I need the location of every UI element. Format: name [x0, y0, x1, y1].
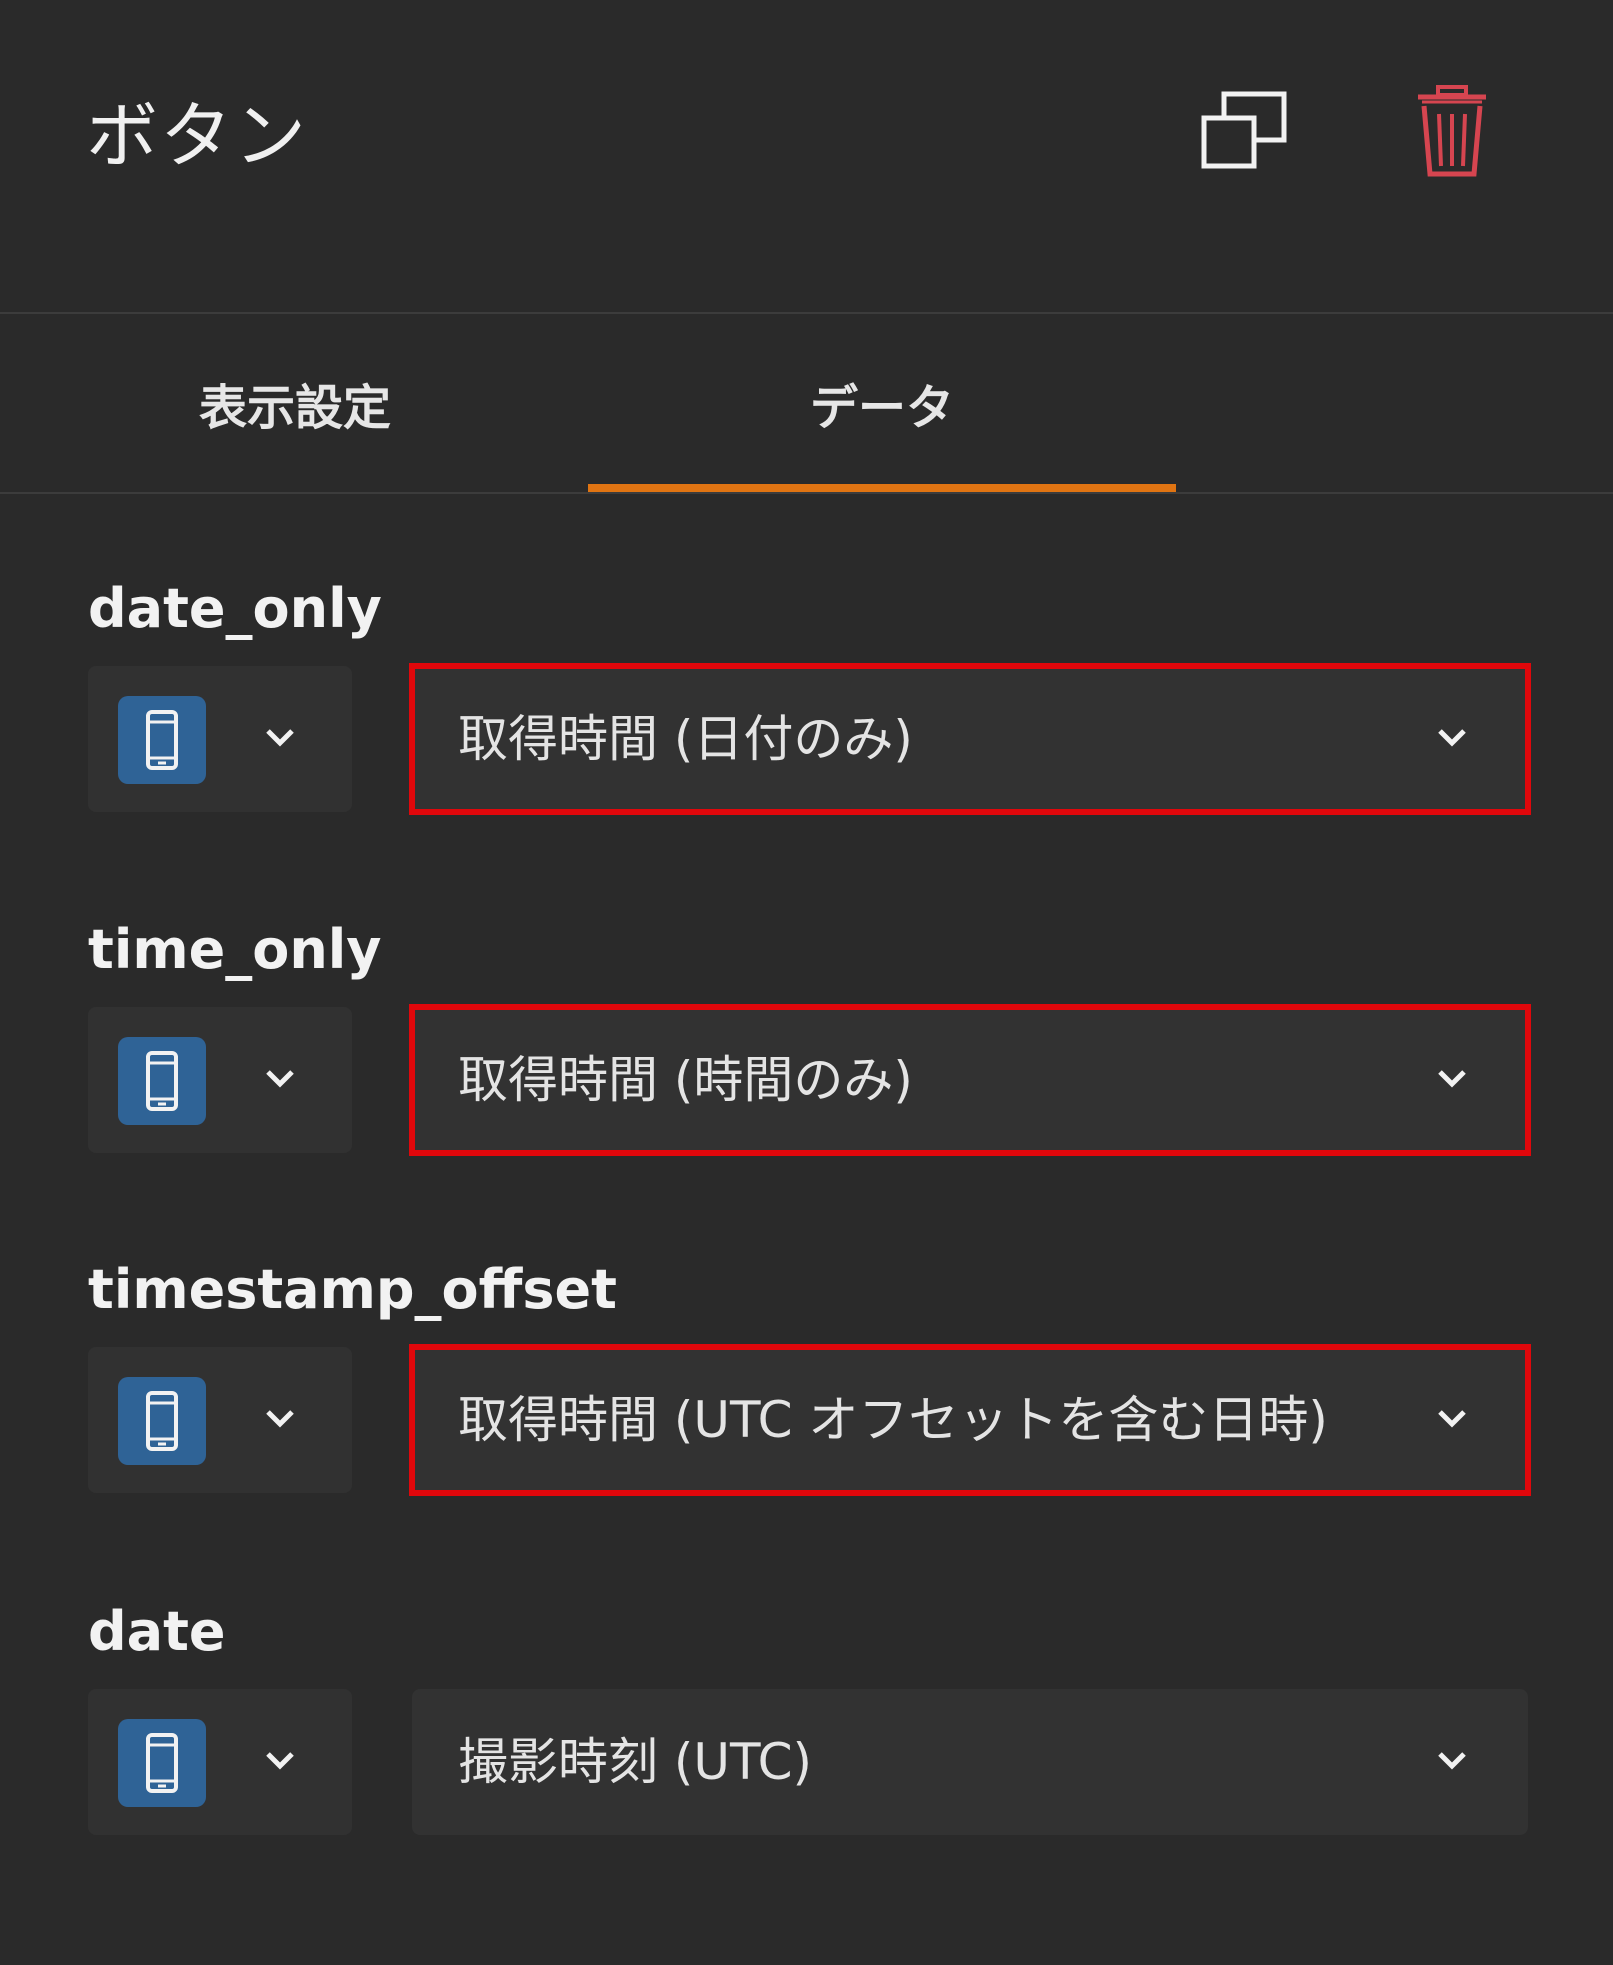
- field-row: time_only 取得時間 (時間のみ): [0, 915, 1613, 1215]
- field-label: timestamp_offset: [88, 1258, 617, 1321]
- dropdown-value: 取得時間 (UTC オフセットを含む日時): [458, 1391, 1328, 1449]
- dropdown-value: 撮影時刻 (UTC): [458, 1733, 813, 1791]
- field-label: time_only: [88, 918, 382, 981]
- device-selector[interactable]: [88, 1689, 352, 1835]
- mobile-phone-icon: [146, 1733, 178, 1793]
- tab-bar: 表示設定 データ: [0, 314, 1613, 492]
- chevron-down-icon: [1438, 1070, 1466, 1088]
- device-selector[interactable]: [88, 1007, 352, 1153]
- chevron-down-icon: [266, 1070, 294, 1088]
- field-label: date: [88, 1600, 226, 1663]
- field-row: timestamp_offset 取得時間 (UTC オフセットを含む日時): [0, 1255, 1613, 1555]
- value-dropdown[interactable]: 取得時間 (時間のみ): [409, 1004, 1531, 1156]
- trash-icon: [1418, 85, 1486, 177]
- properties-panel: ボタン 表示設定 データ date_only 取得時間 (日付のみ) time_…: [0, 0, 1613, 1965]
- tab-data[interactable]: データ: [588, 314, 1176, 492]
- tab-divider: [0, 492, 1613, 494]
- chevron-down-icon: [266, 1410, 294, 1428]
- chevron-down-icon: [1438, 1752, 1466, 1770]
- active-tab-indicator: [588, 484, 1176, 492]
- chevron-down-icon: [266, 1752, 294, 1770]
- duplicate-icon: [1201, 91, 1287, 169]
- duplicate-button[interactable]: [1196, 88, 1296, 178]
- chevron-down-icon: [1438, 729, 1466, 747]
- field-row: date 撮影時刻 (UTC): [0, 1597, 1613, 1897]
- mobile-phone-icon: [146, 710, 178, 770]
- value-dropdown[interactable]: 取得時間 (UTC オフセットを含む日時): [409, 1344, 1531, 1496]
- delete-button[interactable]: [1412, 82, 1492, 182]
- panel-header: ボタン: [0, 0, 1613, 312]
- tab-display-settings[interactable]: 表示設定: [60, 314, 530, 492]
- dropdown-value: 取得時間 (時間のみ): [458, 1051, 913, 1109]
- value-dropdown[interactable]: 取得時間 (日付のみ): [409, 663, 1531, 815]
- panel-title: ボタン: [86, 94, 309, 178]
- mobile-phone-icon: [146, 1051, 178, 1111]
- value-dropdown[interactable]: 撮影時刻 (UTC): [412, 1689, 1528, 1835]
- field-label: date_only: [88, 577, 382, 640]
- chevron-down-icon: [1438, 1410, 1466, 1428]
- device-selector[interactable]: [88, 1347, 352, 1493]
- device-selector[interactable]: [88, 666, 352, 812]
- mobile-phone-icon: [146, 1391, 178, 1451]
- dropdown-value: 取得時間 (日付のみ): [458, 710, 913, 768]
- chevron-down-icon: [266, 729, 294, 747]
- field-row: date_only 取得時間 (日付のみ): [0, 574, 1613, 874]
